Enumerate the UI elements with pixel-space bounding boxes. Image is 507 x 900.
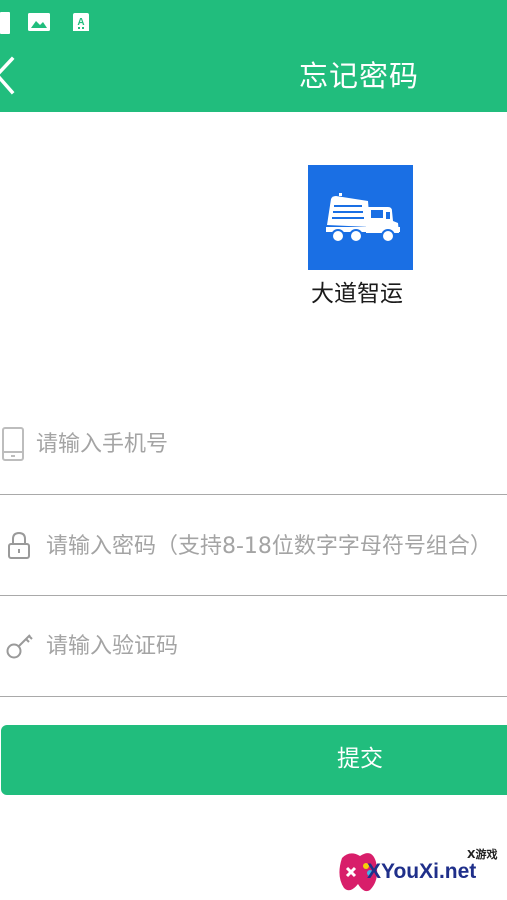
password-input[interactable]: [46, 529, 507, 563]
phone-field: [0, 395, 507, 495]
verification-code-input[interactable]: [46, 629, 486, 663]
app-logo: [308, 165, 413, 270]
watermark: X游戏 XYouXi.net: [336, 840, 507, 900]
phone-input[interactable]: [36, 427, 496, 461]
app-name: 大道智运: [311, 281, 403, 307]
page-title: 忘记密码: [299, 59, 420, 93]
image-icon: [28, 13, 50, 31]
status-bar: A: [0, 0, 507, 42]
key-icon: [6, 634, 33, 659]
storage-icon: A: [73, 13, 89, 31]
submit-button[interactable]: 提交: [1, 725, 507, 795]
chevron-left-icon: [0, 56, 15, 95]
truck-icon: [326, 193, 400, 243]
verification-code-field: [0, 597, 507, 697]
password-field: [0, 496, 507, 596]
watermark-text: XYouXi.net: [367, 860, 477, 883]
back-button[interactable]: [0, 56, 28, 96]
svg-text:A: A: [77, 17, 84, 28]
sim-card-icon: [0, 12, 10, 34]
app-bar: 忘记密码: [0, 42, 507, 112]
submit-button-label: 提交: [337, 746, 383, 772]
mobile-phone-icon: [2, 427, 24, 461]
lock-icon: [8, 531, 30, 559]
